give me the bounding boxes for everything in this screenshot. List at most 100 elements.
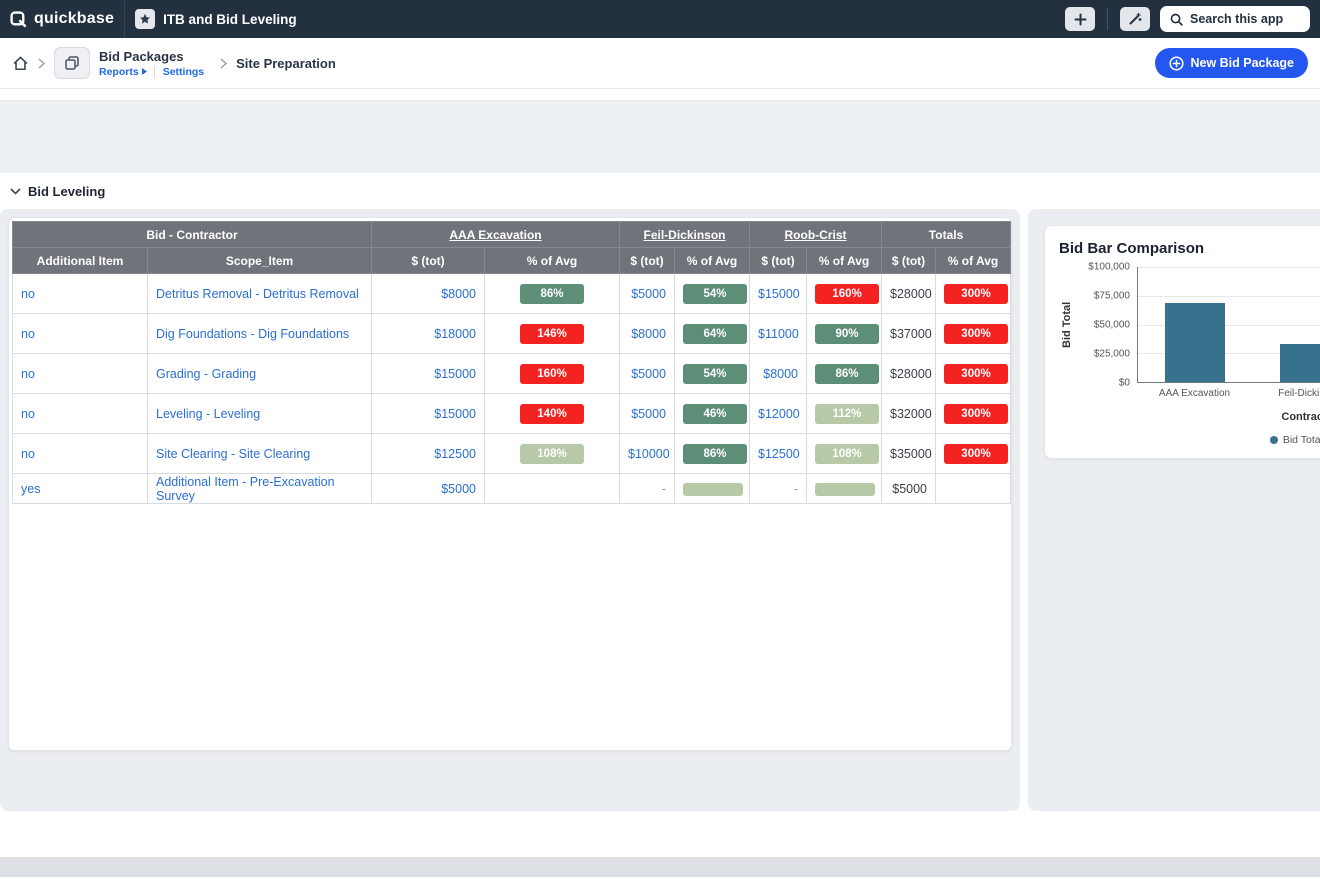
amount-cell[interactable]: $12500 bbox=[372, 434, 485, 474]
amount-cell[interactable]: $15000 bbox=[372, 394, 485, 434]
divider bbox=[124, 0, 125, 38]
gridline bbox=[1138, 267, 1320, 268]
report-card: Bid - ContractorAAA ExcavationFeil-Dicki… bbox=[8, 217, 1012, 751]
reports-menu[interactable]: Reports bbox=[99, 66, 154, 78]
chart-legend: Bid Total (sum bbox=[1270, 434, 1320, 446]
chart-body: Bid Total $100,000$75,000$50,000$25,000$… bbox=[1059, 267, 1320, 399]
additional-item-cell[interactable]: no bbox=[13, 394, 148, 434]
amount-cell[interactable]: $15000 bbox=[750, 274, 807, 314]
section-header: Bid Leveling bbox=[0, 173, 1320, 209]
pct-cell bbox=[485, 474, 620, 504]
pct-cell: 86% bbox=[675, 434, 750, 474]
amount-cell[interactable]: $5000 bbox=[620, 394, 675, 434]
x-axis-title: Contractor bbox=[1281, 411, 1320, 423]
additional-item-cell[interactable]: no bbox=[13, 274, 148, 314]
column-header: Scope_Item bbox=[148, 248, 372, 274]
search-icon bbox=[1170, 13, 1183, 26]
home-icon[interactable] bbox=[12, 55, 29, 72]
amount-cell[interactable]: $12500 bbox=[750, 434, 807, 474]
magic-wand-button[interactable] bbox=[1120, 7, 1150, 31]
amount-cell: $28000 bbox=[882, 354, 936, 394]
pct-cell: 90% bbox=[807, 314, 882, 354]
pct-cell: 54% bbox=[675, 274, 750, 314]
table-head: Bid - ContractorAAA ExcavationFeil-Dicki… bbox=[13, 222, 1011, 274]
pct-badge: 86% bbox=[520, 284, 584, 304]
content-panels: Bid - ContractorAAA ExcavationFeil-Dicki… bbox=[0, 209, 1320, 811]
column-header: $ (tot) bbox=[372, 248, 485, 274]
amount-cell: $5000 bbox=[882, 474, 936, 504]
scope-item-cell[interactable]: Detritus Removal - Detritus Removal bbox=[148, 274, 372, 314]
amount-cell[interactable]: $5000 bbox=[620, 274, 675, 314]
divider bbox=[1107, 8, 1108, 30]
scope-item-cell[interactable]: Dig Foundations - Dig Foundations bbox=[148, 314, 372, 354]
amount-cell[interactable]: $5000 bbox=[620, 354, 675, 394]
search-input[interactable]: Search this app bbox=[1160, 6, 1310, 32]
pct-cell: 300% bbox=[936, 434, 1011, 474]
y-tick-label: $0 bbox=[1119, 378, 1130, 389]
amount-cell: - bbox=[620, 474, 675, 504]
table-row: noLeveling - Leveling$15000140%$500046%$… bbox=[13, 394, 1011, 434]
pct-badge: 86% bbox=[815, 364, 879, 384]
scope-item-cell[interactable]: Additional Item - Pre-Excavation Survey bbox=[148, 474, 372, 504]
app-title[interactable]: ITB and Bid Leveling bbox=[135, 9, 297, 29]
bid-packages-icon[interactable] bbox=[54, 47, 90, 79]
pct-cell: 160% bbox=[485, 354, 620, 394]
contractor-group-header[interactable]: Feil-Dickinson bbox=[620, 222, 750, 248]
new-bid-package-button[interactable]: New Bid Package bbox=[1155, 48, 1308, 78]
pct-cell bbox=[807, 474, 882, 504]
amount-cell[interactable]: $12000 bbox=[750, 394, 807, 434]
additional-item-cell[interactable]: no bbox=[13, 314, 148, 354]
scope-item-cell[interactable]: Grading - Grading bbox=[148, 354, 372, 394]
search-placeholder: Search this app bbox=[1190, 12, 1283, 26]
plot-area bbox=[1137, 267, 1320, 383]
column-header-row: Additional ItemScope_Item$ (tot)% of Avg… bbox=[13, 248, 1011, 274]
breadcrumb-bid-packages: Bid Packages Reports Settings bbox=[99, 49, 211, 78]
amount-cell[interactable]: $8000 bbox=[372, 274, 485, 314]
settings-link[interactable]: Settings bbox=[154, 66, 211, 78]
bid-leveling-panel: Bid - ContractorAAA ExcavationFeil-Dicki… bbox=[0, 209, 1020, 811]
scope-item-cell[interactable]: Site Clearing - Site Clearing bbox=[148, 434, 372, 474]
column-header: % of Avg bbox=[675, 248, 750, 274]
pct-badge: 86% bbox=[683, 444, 747, 464]
column-header: % of Avg bbox=[936, 248, 1011, 274]
y-axis-label: Bid Total bbox=[1059, 267, 1075, 383]
column-header: $ (tot) bbox=[620, 248, 675, 274]
bid-packages-title[interactable]: Bid Packages bbox=[99, 49, 211, 64]
x-category-label: AAA Excavation bbox=[1137, 383, 1252, 399]
contractor-group-header[interactable]: AAA Excavation bbox=[372, 222, 620, 248]
amount-cell[interactable]: $10000 bbox=[620, 434, 675, 474]
additional-item-cell[interactable]: yes bbox=[13, 474, 148, 504]
pct-cell: 140% bbox=[485, 394, 620, 434]
section-title: Bid Leveling bbox=[28, 184, 105, 199]
gridline bbox=[1138, 296, 1320, 297]
scope-item-cell[interactable]: Leveling - Leveling bbox=[148, 394, 372, 434]
quickbase-logo[interactable]: quickbase bbox=[10, 10, 114, 28]
quickbase-logo-icon bbox=[10, 11, 27, 28]
pct-cell: 86% bbox=[485, 274, 620, 314]
pct-badge: 54% bbox=[683, 284, 747, 304]
amount-cell[interactable]: $18000 bbox=[372, 314, 485, 354]
amount-cell[interactable]: $15000 bbox=[372, 354, 485, 394]
chevron-down-icon[interactable] bbox=[10, 188, 21, 195]
amount-cell[interactable]: $5000 bbox=[372, 474, 485, 504]
y-tick-label: $75,000 bbox=[1094, 291, 1130, 302]
new-bid-package-label: New Bid Package bbox=[1190, 56, 1294, 70]
legend-label: Bid Total (sum bbox=[1283, 434, 1320, 446]
pct-badge: 108% bbox=[815, 444, 879, 464]
amount-cell[interactable]: $8000 bbox=[750, 354, 807, 394]
amount-cell[interactable]: $11000 bbox=[750, 314, 807, 354]
additional-item-cell[interactable]: no bbox=[13, 354, 148, 394]
amount-cell: - bbox=[750, 474, 807, 504]
column-header: $ (tot) bbox=[882, 248, 936, 274]
brand-name: quickbase bbox=[34, 10, 114, 28]
app-name: ITB and Bid Leveling bbox=[163, 12, 297, 27]
amount-cell[interactable]: $8000 bbox=[620, 314, 675, 354]
column-header: % of Avg bbox=[485, 248, 620, 274]
chart-panel: Bid Bar Comparison Bid Total $100,000$75… bbox=[1028, 209, 1320, 811]
y-tick-label: $25,000 bbox=[1094, 349, 1130, 360]
pct-cell: 112% bbox=[807, 394, 882, 434]
additional-item-cell[interactable]: no bbox=[13, 434, 148, 474]
contractor-group-header[interactable]: Roob-Crist bbox=[750, 222, 882, 248]
add-button[interactable] bbox=[1065, 7, 1095, 31]
table-row: noSite Clearing - Site Clearing$12500108… bbox=[13, 434, 1011, 474]
